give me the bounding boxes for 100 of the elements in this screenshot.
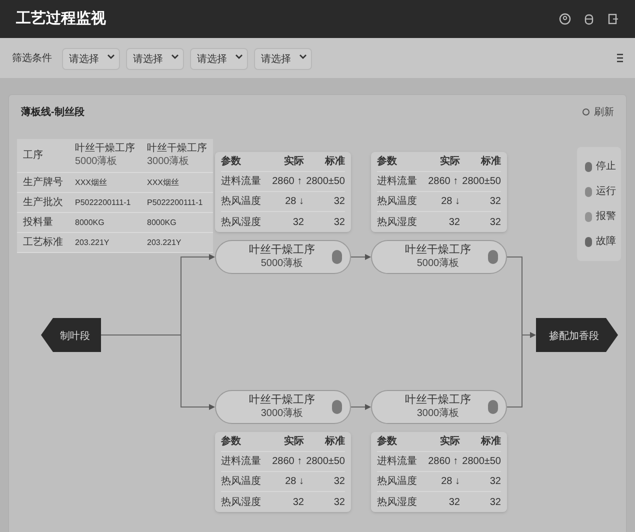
table-cell: 203.221Y [141,232,213,252]
column-header: 标准 [480,154,501,169]
table-cell: P5022200111-1 [141,192,213,212]
column-header: 参数 [377,434,398,449]
process-node[interactable]: 叶丝干燥工序 3000薄板 [371,390,507,424]
chevron-down-icon [171,54,179,60]
table-cell-text: 热风湿度 [377,496,418,510]
process-node[interactable]: 叶丝干燥工序 5000薄板 [371,240,507,274]
table-cell-text: 28 ↓ [284,475,304,489]
start-node [41,318,101,352]
column-header: 参数 [221,434,242,449]
legend-label: 故障 [596,234,616,249]
node-capacity: 5000薄板 [260,258,304,270]
user-icon[interactable] [559,13,571,25]
logout-icon[interactable] [607,13,619,25]
table-cell-text: 32 [488,475,501,489]
table-cell-text: 2800±50 [462,455,501,469]
column-header: 标准 [324,154,345,169]
table-cell-text: 进料流量 [377,174,418,189]
table-cell-text: 2860 ↑ [271,455,302,469]
table-cell-text: 28 ↓ [440,475,460,489]
column-header: 参数 [377,154,398,169]
table-cell-text: 32 [488,216,501,230]
table-cell: 8000KG [69,212,141,232]
node-title: 叶丝干燥工序 [405,394,471,408]
table-cell-text: 2800±50 [306,175,345,189]
app-title: 工艺过程监视 [16,8,106,29]
table-cell: XXX烟丝 [141,172,213,192]
table-cell-text: 热风温度 [377,474,418,489]
table-cell-text: 32 [488,496,501,510]
table-cell-text: 进料流量 [221,174,262,189]
legend-label: 停止 [596,160,616,174]
table-cell-text: 进料流量 [221,454,262,469]
chevron-down-icon [299,54,307,60]
start-node-label: 制叶段 [60,331,90,342]
table-cell-text: 32 [488,195,501,209]
table-cell-text: 32 [332,216,345,230]
legend-label: 报警 [596,210,616,224]
end-node-label: 掺配加香段 [549,331,599,342]
table-cell-text: 进料流量 [377,454,418,469]
column-header: 标准 [324,434,345,449]
table-cell-text: 2860 ↑ [427,455,458,469]
node-capacity: 3000薄板 [260,408,304,420]
table-cell-text: 3000薄板 [147,156,190,168]
table-cell-text: 32 [292,496,304,510]
node-title: 叶丝干燥工序 [249,244,315,258]
node-capacity: 3000薄板 [416,408,460,420]
node-title: 叶丝干燥工序 [249,394,315,408]
column-header: 实际 [439,434,460,449]
column-header: 实际 [283,154,304,169]
table-cell-text: 热风温度 [221,474,262,489]
connector [350,404,371,410]
table-cell-text: 32 [332,475,345,489]
panel-title: 薄板线-制丝段 [21,106,84,120]
select-field[interactable]: 请选择 [254,48,312,70]
table-cell: 生产批次 [17,192,69,212]
select-field[interactable]: 请选择 [62,48,120,70]
table-cell-text: 热风湿度 [221,496,262,510]
column-header: 标准 [480,434,501,449]
filter-label: 筛选条件 [12,52,52,66]
column-header: 实际 [283,434,304,449]
table-cell-text: 5000薄板 [75,156,118,168]
table-cell-text: 2800±50 [462,175,501,189]
table-cell: 203.221Y [69,232,141,252]
table-cell-text: 热风湿度 [221,216,262,230]
chevron-down-icon [235,54,243,60]
node-title: 叶丝干燥工序 [405,244,471,258]
table-cell: 生产牌号 [17,172,69,192]
table-cell-text: 32 [332,496,345,510]
table-cell-text: 28 ↓ [284,195,304,209]
process-node[interactable]: 叶丝干燥工序 3000薄板 [215,390,351,424]
table-cell: 投料量 [17,212,69,232]
refresh-button[interactable]: 刷新 [582,104,614,120]
table-cell: 工艺标准 [17,232,69,252]
table-cell: 叶丝干燥工序 [75,143,135,156]
table-cell-text: 热风温度 [221,194,262,209]
select-field[interactable]: 请选择 [126,48,184,70]
table-cell-text: 2860 ↑ [271,175,302,189]
table-cell-text: 32 [448,496,460,510]
table-cell: P5022200111-1 [69,192,141,212]
table-cell: 工序 [17,139,69,172]
node-capacity: 5000薄板 [416,258,460,270]
table-cell: 叶丝干燥工序 [147,143,207,156]
process-node[interactable]: 叶丝干燥工序 5000薄板 [215,240,351,274]
table-cell-text: 热风湿度 [377,216,418,230]
menu-icon[interactable] [617,53,623,63]
select-field[interactable]: 请选择 [190,48,248,70]
table-cell-text: 32 [292,216,304,230]
table-cell-text: 2860 ↑ [427,175,458,189]
table-cell-text: 热风温度 [377,194,418,209]
column-header: 参数 [221,154,242,169]
table-cell-text: 32 [332,195,345,209]
chevron-down-icon [107,54,115,60]
table-cell-text: 32 [448,216,460,230]
table-cell: 8000KG [141,212,213,232]
column-header: 实际 [439,154,460,169]
table-cell-text: 28 ↓ [440,195,460,209]
connector [350,254,371,260]
legend-label: 运行 [596,184,616,199]
table-cell: XXX烟丝 [69,172,141,192]
